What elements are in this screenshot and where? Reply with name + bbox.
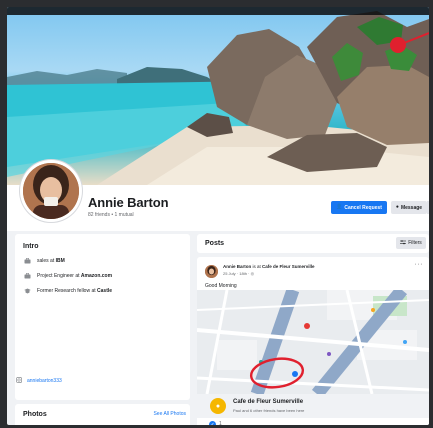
photos-title: Photos	[23, 411, 47, 418]
place-info-bar[interactable]: ● Cafe de Fleur Sumerville Paul and 6 ot…	[197, 394, 429, 418]
post-connector: is at	[251, 264, 263, 269]
instagram-handle: anniebarton333	[27, 378, 62, 384]
posts-header: Posts Filters	[197, 234, 429, 253]
graduation-cap-icon	[24, 288, 31, 294]
avatar-photo	[23, 163, 79, 219]
profile-name: Annie Barton	[88, 195, 169, 210]
see-all-photos-link[interactable]: See All Photos	[153, 411, 186, 417]
place-name[interactable]: Cafe de Fleur Sumerville	[233, 399, 303, 405]
post-author-name[interactable]: Annie Barton	[223, 264, 251, 269]
place-icon: ●	[210, 398, 226, 414]
intro-education-prefix: Former Research fellow at	[37, 288, 98, 294]
intro-work-2-prefix: Project Engineer at	[37, 273, 81, 279]
intro-work-1-employer[interactable]: IBM	[56, 258, 65, 264]
message-label: Message	[400, 204, 423, 211]
intro-card: Intro sales at IBM Project Engineer at A…	[15, 234, 190, 400]
photos-card: Photos See All Photos	[15, 404, 190, 425]
location-map[interactable]	[197, 290, 429, 394]
intro-title: Intro	[23, 243, 39, 250]
more-options-button[interactable]	[427, 201, 429, 214]
posts-title: Posts	[205, 240, 225, 247]
filter-icon	[400, 239, 407, 247]
cancel-request-button[interactable]: 👤 Cancel Request	[331, 201, 387, 214]
cancel-request-label: Cancel Request	[344, 204, 382, 211]
intro-item-work-1: sales at IBM	[24, 258, 65, 264]
intro-item-work-2: Project Engineer at Amazon.com	[24, 273, 112, 279]
person-icon: 👤	[336, 204, 343, 210]
map-illustration	[197, 290, 429, 394]
post-more-icon[interactable]: ···	[415, 261, 424, 268]
message-button[interactable]: ● Message	[391, 201, 427, 214]
messenger-icon: ●	[395, 204, 399, 210]
post-timestamp[interactable]: 25 July · 18th · ◎	[223, 271, 254, 276]
place-visits: Paul and 6 other friends have been here	[233, 408, 305, 413]
intro-work-1-prefix: sales at	[37, 258, 56, 264]
cover-photo[interactable]	[7, 7, 429, 185]
instagram-link[interactable]: anniebarton333	[16, 377, 62, 385]
post-text: Good Morning	[205, 283, 237, 289]
post-place-link[interactable]: Cafe de Fleur Sumerville	[262, 264, 315, 269]
like-reaction-icon[interactable]: ✓	[209, 421, 216, 425]
intro-work-2-employer[interactable]: Amazon.com	[81, 273, 112, 279]
profile-screen: Annie Barton 82 friends • 1 mutual 👤 Can…	[7, 7, 429, 425]
briefcase-icon	[24, 273, 31, 279]
post-author-line: Annie Barton is at Cafe de Fleur Sumervi…	[223, 264, 315, 269]
friends-count[interactable]: 82 friends • 1 mutual	[88, 212, 134, 218]
filters-button[interactable]: Filters	[396, 237, 426, 249]
cover-illustration	[7, 7, 429, 185]
post-card: Annie Barton is at Cafe de Fleur Sumervi…	[197, 257, 429, 425]
reaction-count[interactable]: 1	[219, 421, 222, 425]
instagram-icon	[16, 377, 22, 385]
intro-education-school[interactable]: Castle	[97, 288, 112, 294]
briefcase-icon	[24, 258, 31, 264]
filters-label: Filters	[408, 240, 422, 246]
intro-item-education: Former Research fellow at Castle	[24, 288, 112, 294]
post-author-avatar[interactable]	[205, 265, 218, 278]
profile-avatar[interactable]	[20, 160, 82, 222]
